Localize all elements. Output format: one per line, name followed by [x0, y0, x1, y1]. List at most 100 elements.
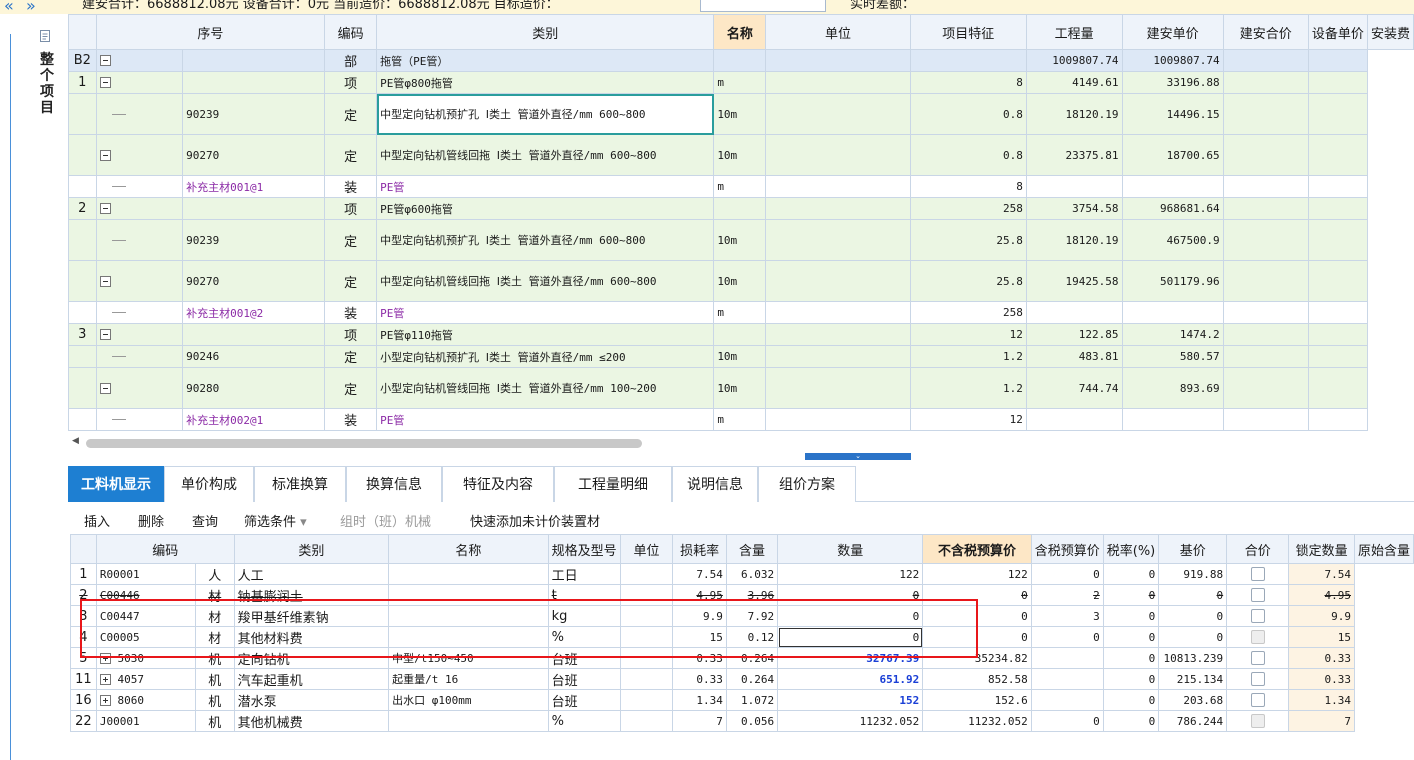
unit-price-cell[interactable]: 483.81 [1025, 345, 1123, 368]
code-cell[interactable]: 8060 [95, 689, 196, 711]
column-header[interactable]: 锁定数量 [1288, 534, 1355, 564]
row-index-cell[interactable]: 5 [70, 647, 97, 669]
tree-cell[interactable] [95, 219, 184, 261]
seq-cell[interactable] [68, 175, 97, 198]
insert-button[interactable]: 插入 [84, 511, 110, 530]
seq-cell[interactable]: 2 [68, 197, 97, 220]
install-fee-cell[interactable] [1307, 93, 1368, 135]
seq-cell[interactable] [68, 367, 97, 409]
table-row[interactable]: 1 项 PE管φ800拖管 m 8 4149.61 33196.88 [68, 71, 1414, 94]
tab-5[interactable]: 特征及内容 [442, 466, 554, 502]
unit-cell[interactable]: 台班 [547, 689, 621, 711]
column-header[interactable]: 设备单价 [1307, 14, 1368, 50]
total-price-cell[interactable]: 580.57 [1121, 345, 1224, 368]
type-cell[interactable]: 材 [194, 626, 235, 648]
pretax-price-cell[interactable]: 0 [777, 584, 924, 606]
expand-plus-icon[interactable] [99, 695, 111, 706]
tree-cell[interactable] [95, 301, 184, 324]
code-cell[interactable]: 5030 [95, 647, 196, 669]
original-content-cell[interactable]: 7.54 [1288, 563, 1355, 585]
feature-cell[interactable] [765, 49, 911, 72]
equipment-price-cell[interactable] [1222, 345, 1309, 368]
tax-rate-cell[interactable]: 2 [1030, 584, 1104, 606]
document-icon[interactable] [39, 30, 51, 42]
column-header[interactable]: 损耗率 [672, 534, 727, 564]
total-cell[interactable]: 0 [1158, 584, 1228, 606]
tax-rate-cell[interactable] [1030, 668, 1104, 690]
feature-cell[interactable] [765, 175, 911, 198]
row-index-cell[interactable]: 16 [70, 689, 97, 711]
total-price-cell[interactable] [1121, 175, 1224, 198]
quantity-cell[interactable]: 25.8 [909, 260, 1027, 302]
content-cell[interactable]: 7.54 [672, 563, 727, 585]
base-price-cell[interactable]: 0 [1102, 605, 1160, 627]
tab-3[interactable]: 标准换算 [254, 466, 346, 502]
tax-price-cell[interactable]: 852.58 [922, 668, 1032, 690]
spec-cell[interactable] [388, 584, 549, 606]
code-cell[interactable]: C00446 [95, 584, 196, 606]
unit-cell[interactable]: m [713, 408, 767, 431]
seq-cell[interactable] [68, 134, 97, 176]
code-cell[interactable]: 90239 [182, 219, 326, 261]
quantity-cell[interactable]: 7.92 [725, 605, 779, 627]
original-content-cell[interactable]: 0.33 [1288, 647, 1355, 669]
base-price-cell[interactable]: 0 [1102, 563, 1160, 585]
type-cell[interactable]: 定 [324, 367, 378, 409]
equipment-price-cell[interactable] [1222, 175, 1309, 198]
content-cell[interactable]: 0.33 [672, 668, 727, 690]
name-cell[interactable]: 其他机械费 [233, 710, 390, 732]
feature-cell[interactable] [765, 345, 911, 368]
equipment-price-cell[interactable] [1222, 219, 1309, 261]
table-row[interactable]: 16 8060 机潜水泵 出水口 φ100mm 台班 1.34 1.072 152 152.6… [70, 689, 1414, 711]
tax-rate-cell[interactable]: 0 [1030, 710, 1104, 732]
install-fee-cell[interactable] [1307, 260, 1368, 302]
seq-cell[interactable] [68, 408, 97, 431]
column-header[interactable]: 数量 [777, 534, 924, 564]
row-index-cell[interactable]: 2 [70, 584, 97, 606]
unit-price-cell[interactable]: 1009807.74 [1025, 49, 1123, 72]
shift-machine-button[interactable]: 组时（班）机械 [340, 511, 431, 530]
loss-rate-cell[interactable] [619, 710, 674, 732]
original-content-cell[interactable]: 1.34 [1288, 689, 1355, 711]
delete-button[interactable]: 删除 [138, 511, 164, 530]
tax-price-cell[interactable]: 0 [922, 626, 1032, 648]
tax-rate-cell[interactable]: 3 [1030, 605, 1104, 627]
total-price-cell[interactable]: 1474.2 [1121, 323, 1224, 346]
table-row[interactable]: 11 4057 机汽车起重机 起重量/t 16 台班 0.33 0.264 651.92 85… [70, 668, 1414, 690]
total-cell[interactable]: 919.88 [1158, 563, 1228, 585]
seq-cell[interactable]: 3 [68, 323, 97, 346]
tab-1[interactable]: 工料机显示 [68, 466, 164, 502]
original-content-cell[interactable]: 4.95 [1288, 584, 1355, 606]
scrollbar-thumb[interactable] [86, 439, 642, 448]
install-fee-cell[interactable] [1307, 71, 1368, 94]
install-fee-cell[interactable] [1307, 408, 1368, 431]
total-price-cell[interactable]: 14496.15 [1121, 93, 1224, 135]
tax-price-cell[interactable]: 11232.052 [922, 710, 1032, 732]
quantity-cell[interactable]: 0.12 [725, 626, 779, 648]
table-row[interactable]: 90246 定小型定向钻机预扩孔 Ⅰ类土 管道外直径/mm ≤200 10m 1.2 4… [68, 345, 1414, 368]
equipment-price-cell[interactable] [1222, 49, 1309, 72]
original-content-cell[interactable]: 7 [1288, 710, 1355, 732]
type-cell[interactable]: 项 [324, 71, 378, 94]
column-header[interactable]: 安装费 [1366, 14, 1414, 50]
pretax-price-cell[interactable]: 32767.39 [777, 647, 924, 669]
name-cell[interactable]: 潜水泵 [233, 689, 390, 711]
type-cell[interactable]: 定 [324, 260, 378, 302]
total-price-cell[interactable] [1121, 408, 1224, 431]
tax-rate-cell[interactable]: 0 [1030, 626, 1104, 648]
code-cell[interactable]: 补充主材002@1 [182, 408, 326, 431]
base-price-cell[interactable]: 0 [1102, 647, 1160, 669]
pretax-price-cell[interactable]: 0 [777, 605, 924, 627]
unit-cell[interactable]: t [547, 584, 621, 606]
table-row[interactable]: 4 C00005 材其他材料费% 15 0.12 0 0 0 0 0 15 [70, 626, 1414, 648]
base-price-cell[interactable]: 0 [1102, 689, 1160, 711]
loss-rate-cell[interactable] [619, 647, 674, 669]
collapse-minus-icon[interactable] [99, 275, 111, 287]
unit-price-cell[interactable]: 23375.81 [1025, 134, 1123, 176]
tree-cell[interactable] [95, 93, 184, 135]
unit-price-cell[interactable]: 4149.61 [1025, 71, 1123, 94]
panel-splitter[interactable]: ⌄ [805, 453, 911, 460]
type-cell[interactable]: 部 [324, 49, 378, 72]
column-header[interactable]: 类别 [376, 14, 715, 50]
unit-cell[interactable]: 10m [713, 93, 767, 135]
